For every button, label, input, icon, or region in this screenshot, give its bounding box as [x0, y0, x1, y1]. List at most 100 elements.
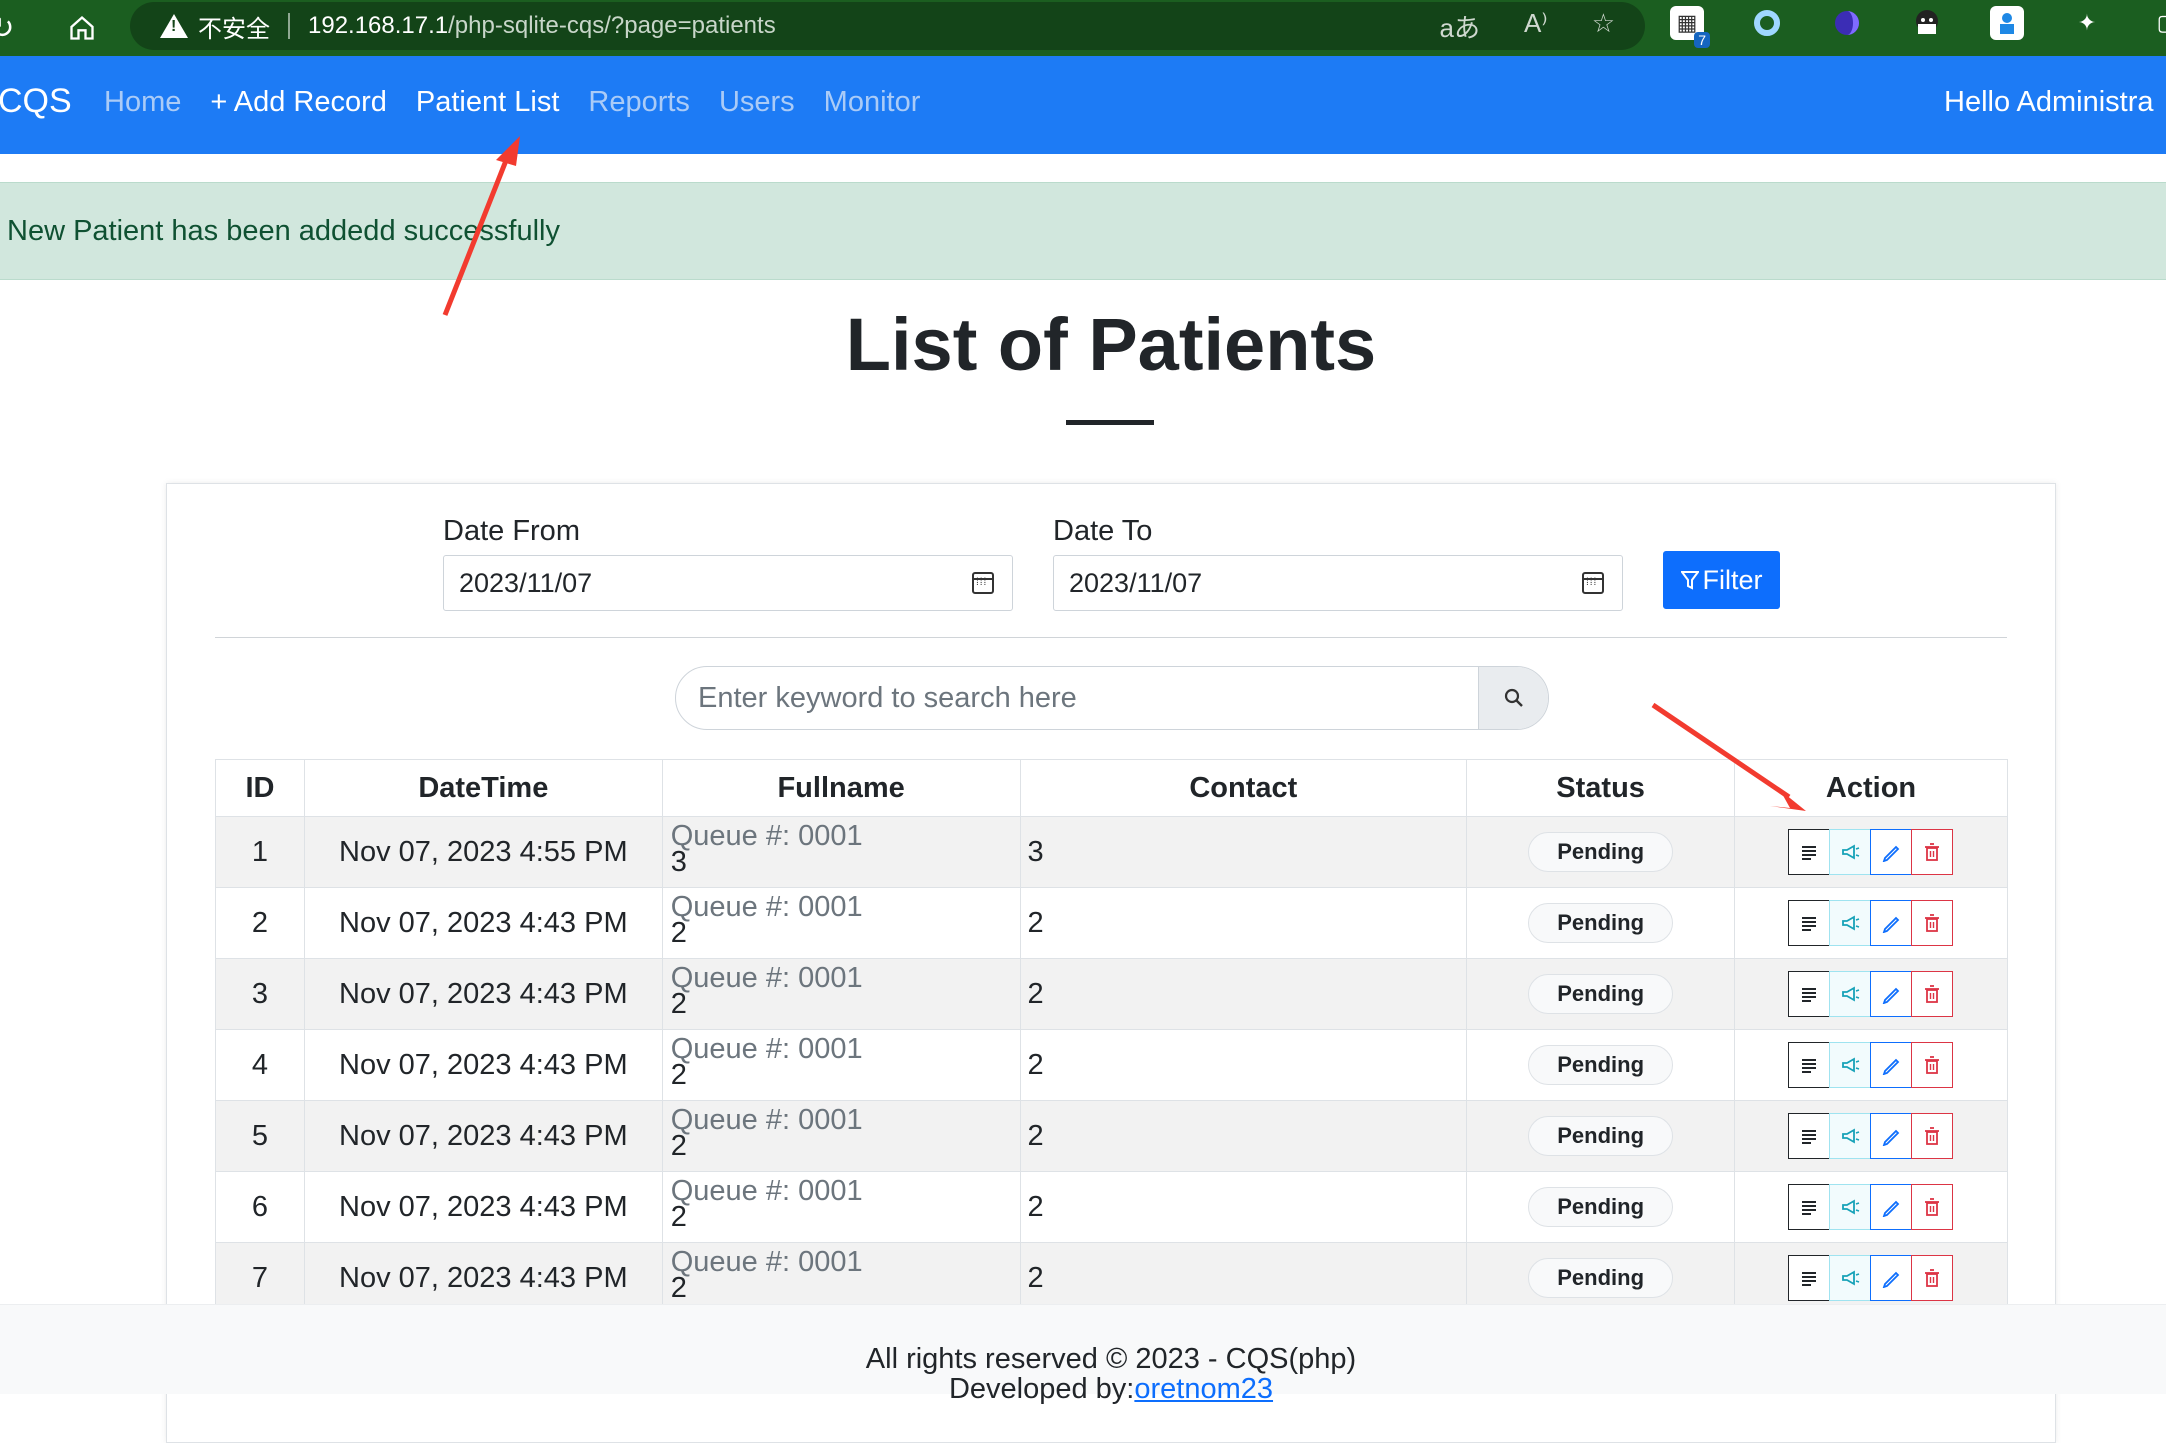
trash-icon — [1923, 1126, 1941, 1146]
delete-button[interactable] — [1911, 1184, 1954, 1230]
trash-icon — [1923, 1268, 1941, 1288]
extensions-puzzle-icon[interactable]: ✦ — [2070, 6, 2104, 40]
nav-users[interactable]: Users — [719, 86, 795, 119]
read-aloud-icon[interactable]: A⁾ — [1524, 8, 1548, 45]
table-header-row: ID DateTime Fullname Contact Status Acti… — [215, 759, 2008, 817]
extension-ghost-icon[interactable] — [1910, 6, 1944, 40]
app-navbar: CQS Home + Add Record Patient List Repor… — [0, 56, 2166, 154]
date-from-value: 2023/11/07 — [459, 567, 593, 598]
delete-button[interactable] — [1911, 900, 1954, 946]
patients-card: Date From 2023/11/07 Date To 2023/11/07 … — [166, 483, 2056, 1443]
header-status: Status — [1466, 759, 1736, 817]
edit-button[interactable] — [1870, 829, 1913, 875]
edit-button[interactable] — [1870, 1042, 1913, 1088]
pencil-icon — [1881, 842, 1901, 862]
cell-actions — [1734, 1171, 2008, 1243]
nav-reports[interactable]: Reports — [588, 86, 690, 119]
view-button[interactable] — [1788, 1113, 1831, 1159]
extension-qr-icon[interactable]: ▦ 7 — [1670, 6, 1710, 48]
search-input[interactable]: Enter keyword to search here — [676, 667, 1478, 729]
action-group — [1788, 971, 1954, 1017]
delete-button[interactable] — [1911, 1113, 1954, 1159]
edit-button[interactable] — [1870, 1255, 1913, 1301]
address-bar[interactable]: 不安全 192.168.17.1/php-sqlite-cqs/?page=pa… — [130, 2, 1645, 50]
reload-icon[interactable]: ↻ — [0, 8, 22, 48]
date-from-input[interactable]: 2023/11/07 — [443, 555, 1013, 611]
url-path: /php-sqlite-cqs/?page=patients — [448, 12, 776, 39]
cell-fullname: Queue #: 0001 3 — [661, 816, 1021, 888]
filter-button[interactable]: Filter — [1663, 551, 1780, 609]
patient-name: 2 — [670, 917, 687, 949]
nav-monitor[interactable]: Monitor — [824, 86, 921, 119]
view-button[interactable] — [1788, 971, 1831, 1017]
view-button[interactable] — [1788, 829, 1831, 875]
home-icon[interactable] — [62, 8, 102, 48]
cell-actions — [1734, 887, 2008, 959]
cell-status: Pending — [1466, 816, 1736, 888]
cell-fullname: Queue #: 0001 2 — [661, 1171, 1021, 1243]
edit-button[interactable] — [1870, 971, 1913, 1017]
warning-icon — [160, 14, 188, 38]
favorite-star-icon[interactable]: ☆ — [1592, 8, 1615, 45]
notify-button[interactable] — [1829, 1113, 1872, 1159]
table-row: 1 Nov 07, 2023 4:55 PM Queue #: 0001 3 3 Pend… — [215, 816, 2008, 888]
header-contact: Contact — [1019, 759, 1468, 817]
nav-patient-list[interactable]: Patient List — [416, 86, 559, 119]
cell-status: Pending — [1466, 1100, 1736, 1172]
view-button[interactable] — [1788, 1255, 1831, 1301]
megaphone-icon — [1840, 914, 1860, 932]
queue-number: Queue #: 0001 — [670, 1175, 863, 1207]
pencil-icon — [1881, 1268, 1901, 1288]
notify-button[interactable] — [1829, 971, 1872, 1017]
status-badge: Pending — [1528, 1187, 1674, 1227]
brand-logo[interactable]: CQS — [0, 82, 72, 121]
cell-contact: 2 — [1019, 1100, 1468, 1172]
queue-number: Queue #: 0001 — [670, 962, 863, 994]
search-button[interactable] — [1478, 667, 1548, 729]
page-title: List of Patients — [845, 303, 1377, 386]
calendar-icon[interactable] — [972, 572, 994, 594]
notify-button[interactable] — [1829, 1255, 1872, 1301]
developer-link[interactable]: oretnom23 — [1134, 1373, 1273, 1405]
view-button[interactable] — [1788, 1042, 1831, 1088]
action-group — [1788, 1184, 1954, 1230]
cell-actions — [1734, 1242, 2008, 1314]
nav-add-record[interactable]: + Add Record — [210, 86, 387, 119]
extension-figure-icon[interactable] — [1990, 6, 2024, 40]
edit-button[interactable] — [1870, 1184, 1913, 1230]
list-icon — [1800, 1199, 1818, 1215]
search-icon — [1504, 688, 1523, 707]
cell-actions — [1734, 816, 2008, 888]
notify-button[interactable] — [1829, 1184, 1872, 1230]
date-to-input[interactable]: 2023/11/07 — [1053, 555, 1623, 611]
status-badge: Pending — [1528, 1258, 1674, 1298]
translate-icon[interactable]: aあ — [1439, 8, 1479, 45]
view-button[interactable] — [1788, 900, 1831, 946]
edit-button[interactable] — [1870, 900, 1913, 946]
trash-icon — [1923, 984, 1941, 1004]
delete-button[interactable] — [1911, 829, 1954, 875]
cell-status: Pending — [1466, 958, 1736, 1030]
queue-number: Queue #: 0001 — [670, 1246, 863, 1278]
nav-home[interactable]: Home — [104, 86, 181, 119]
edit-button[interactable] — [1870, 1113, 1913, 1159]
list-icon — [1800, 844, 1818, 860]
notify-button[interactable] — [1829, 829, 1872, 875]
notify-button[interactable] — [1829, 1042, 1872, 1088]
delete-button[interactable] — [1911, 1042, 1954, 1088]
extension-ring-icon[interactable] — [1750, 6, 1784, 40]
split-screen-icon[interactable]: ▢ — [2150, 6, 2166, 40]
delete-button[interactable] — [1911, 1255, 1954, 1301]
delete-button[interactable] — [1911, 971, 1954, 1017]
date-to-label: Date To — [1053, 515, 1153, 547]
security-indicator[interactable]: 不安全 — [160, 9, 270, 44]
user-greeting[interactable]: Hello Administra — [1944, 86, 2154, 119]
trash-icon — [1923, 1055, 1941, 1075]
notify-button[interactable] — [1829, 900, 1872, 946]
calendar-icon[interactable] — [1582, 572, 1604, 594]
megaphone-icon — [1840, 843, 1860, 861]
action-group — [1788, 1042, 1954, 1088]
extension-orb-icon[interactable] — [1830, 6, 1864, 40]
view-button[interactable] — [1788, 1184, 1831, 1230]
header-fullname: Fullname — [661, 759, 1021, 817]
